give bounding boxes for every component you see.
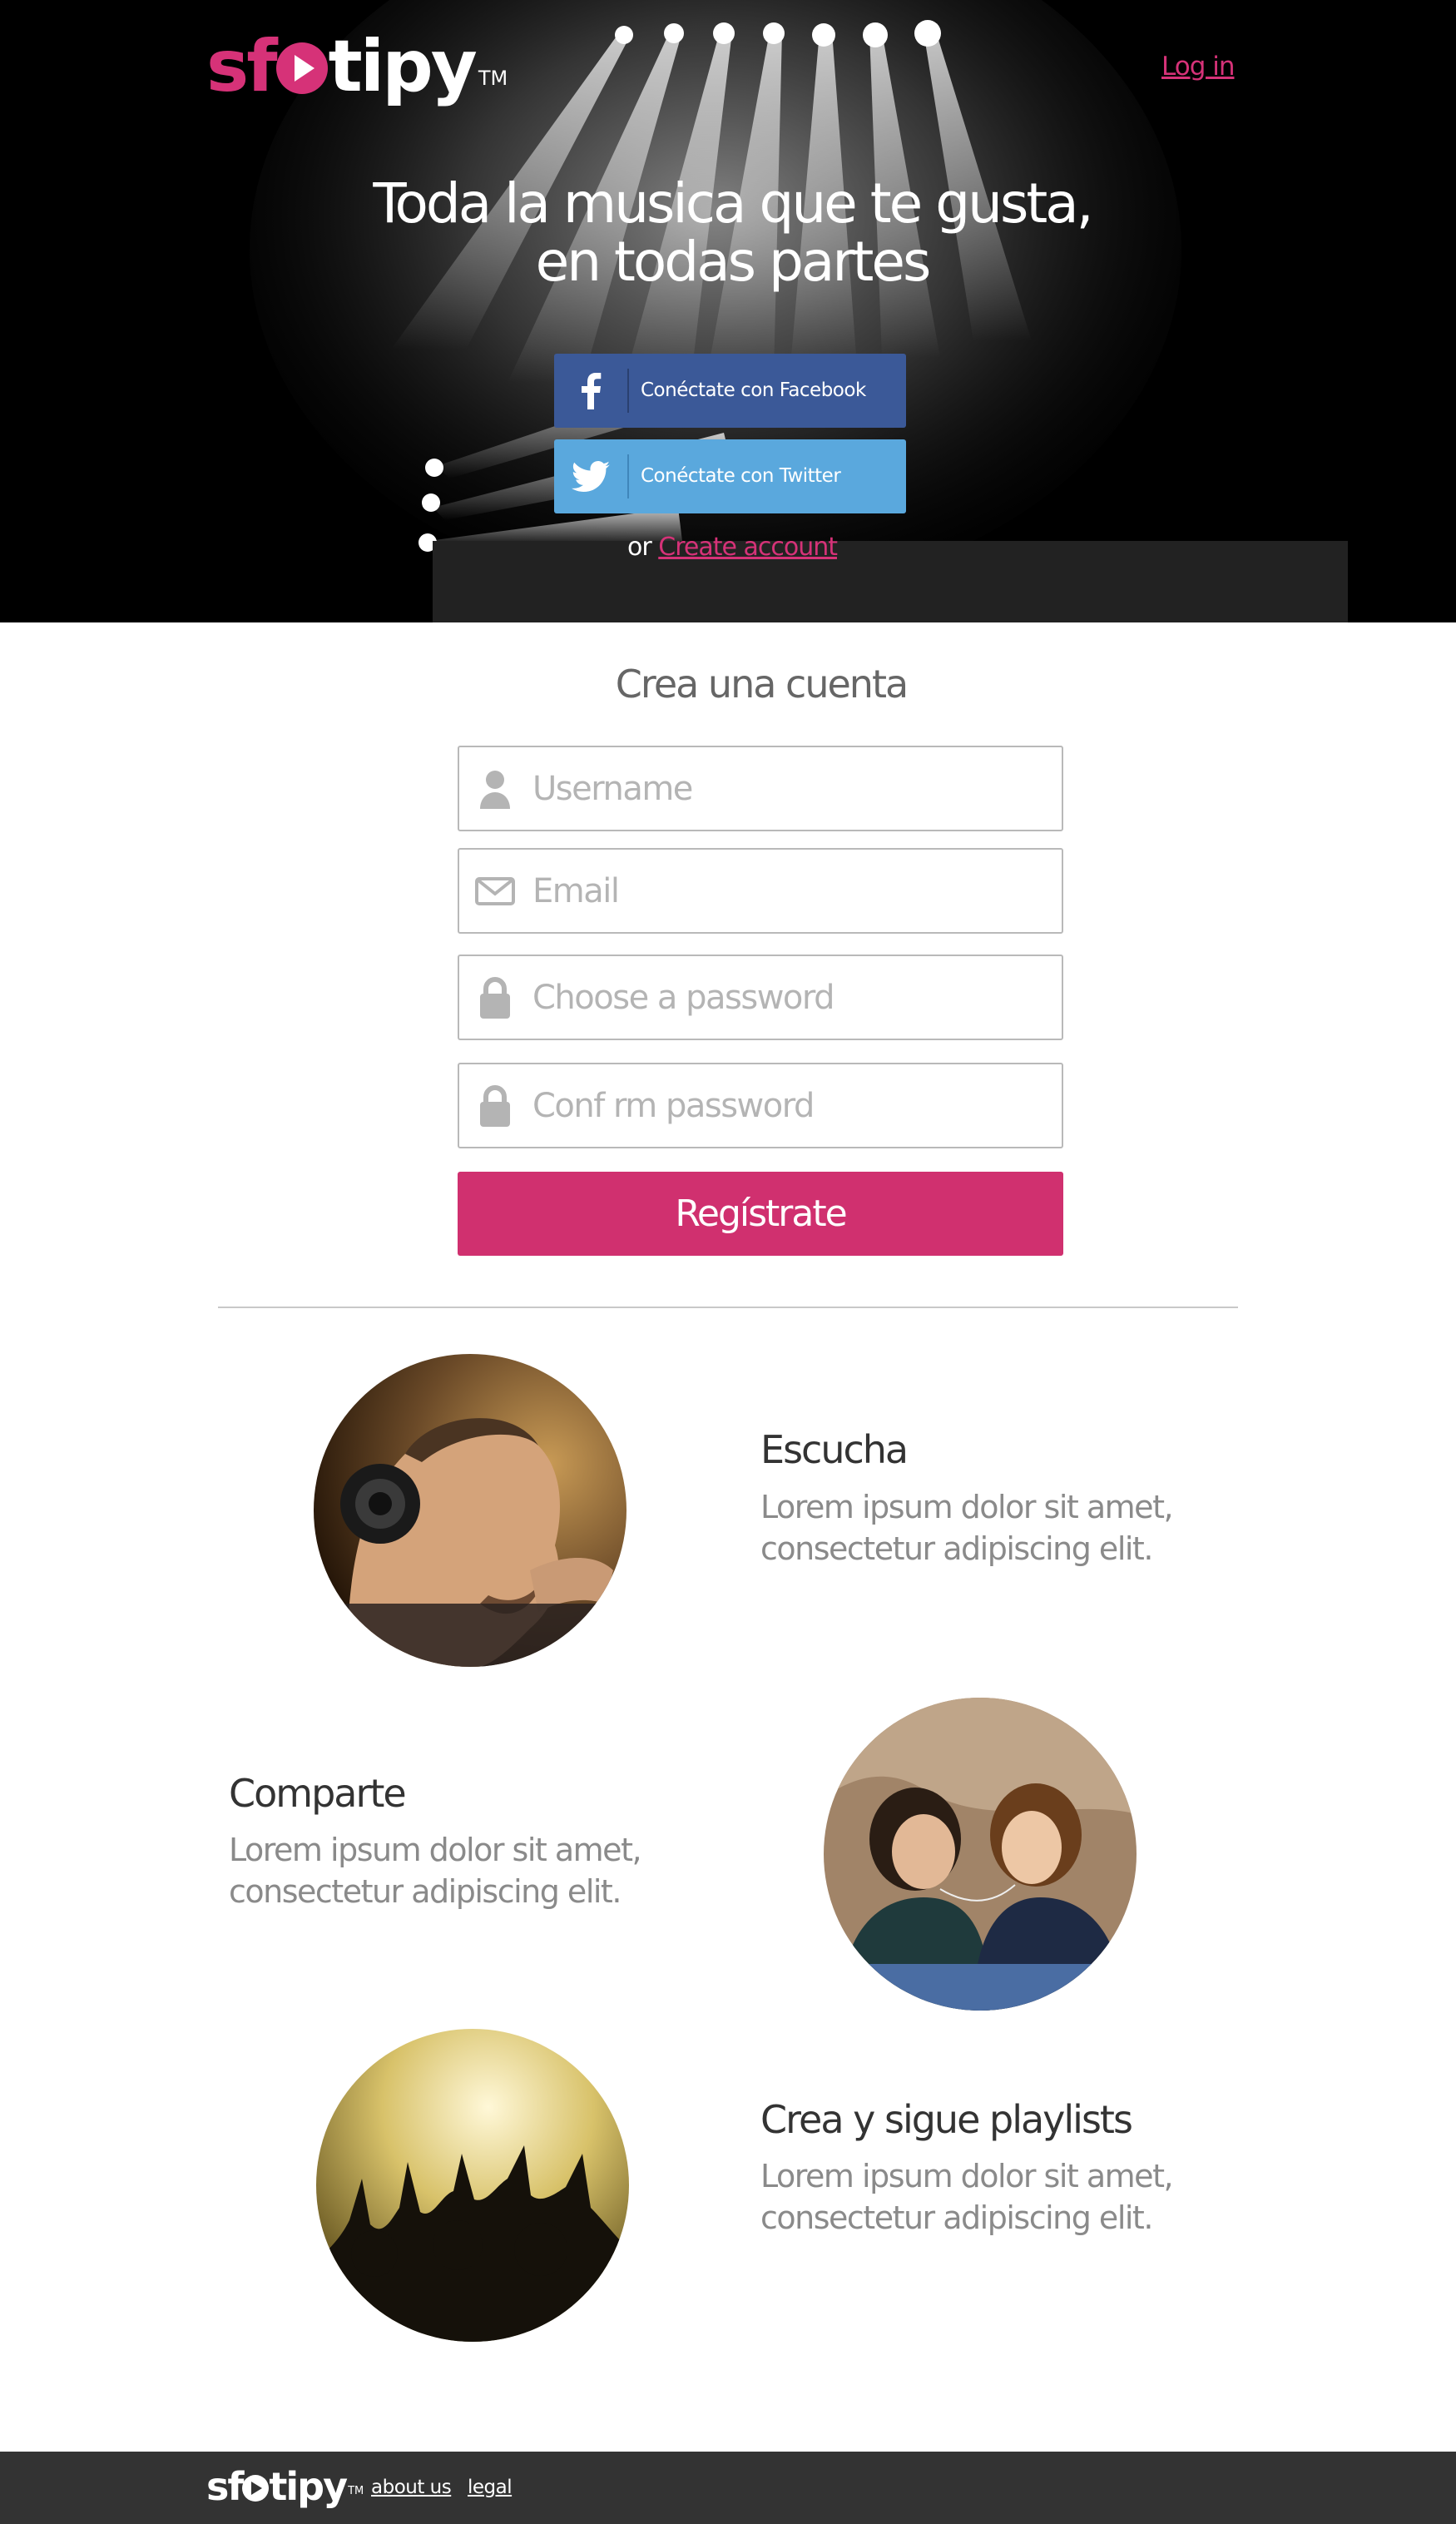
email-input[interactable] xyxy=(532,861,1048,921)
friends-sharing-music-photo xyxy=(824,1698,1137,2011)
login-link[interactable]: Log in xyxy=(1161,52,1235,82)
footer-logo[interactable]: sf tipy TM xyxy=(206,2463,364,2510)
play-icon xyxy=(242,2475,270,2502)
password-input[interactable] xyxy=(532,968,1048,1028)
sfotipy-logo[interactable]: sf tipy TM xyxy=(206,25,508,108)
user-icon xyxy=(474,767,516,811)
headline-line-2: en todas partes xyxy=(535,230,932,294)
feature-description-escucha: Lorem ipsum dolor sit amet, consectetur … xyxy=(760,1486,1226,1569)
headline-line-1: Toda la musica que te gusta, xyxy=(373,171,1093,236)
or-text: or xyxy=(627,533,652,562)
create-account-link[interactable]: Create account xyxy=(658,533,838,562)
feature-text-line: consectetur adipiscing elit. xyxy=(760,2199,1153,2236)
lock-icon xyxy=(474,976,516,1019)
feature-text-line: Lorem ipsum dolor sit amet, xyxy=(229,1832,642,1868)
lock-icon xyxy=(474,1084,516,1128)
username-field[interactable] xyxy=(458,746,1063,831)
man-with-headphones-photo xyxy=(314,1354,626,1667)
feature-text-line: consectetur adipiscing elit. xyxy=(760,1530,1153,1567)
about-us-link[interactable]: about us xyxy=(371,2477,452,2498)
feature-text-line: Lorem ipsum dolor sit amet, xyxy=(760,1489,1174,1525)
feature-title-playlists: Crea y sigue playlists xyxy=(760,2097,1133,2142)
twitter-connect-button[interactable]: Conéctate con Twitter xyxy=(554,439,906,513)
confirm-password-field[interactable] xyxy=(458,1063,1063,1148)
facebook-button-label: Conéctate con Facebook xyxy=(641,379,866,401)
feature-description-comparte: Lorem ipsum dolor sit amet, consectetur … xyxy=(229,1829,695,1912)
twitter-button-label: Conéctate con Twitter xyxy=(641,465,841,487)
play-icon xyxy=(275,42,328,94)
register-button[interactable]: Regístrate xyxy=(458,1172,1063,1256)
create-account-line: or Create account xyxy=(549,533,915,562)
legal-link[interactable]: legal xyxy=(468,2477,513,2498)
envelope-icon xyxy=(474,870,516,913)
feature-text-line: Lorem ipsum dolor sit amet, xyxy=(760,2158,1174,2194)
signup-title: Crea una cuenta xyxy=(615,662,909,707)
username-input[interactable] xyxy=(532,759,1048,819)
concert-crowd-photo xyxy=(316,2029,629,2342)
button-divider xyxy=(627,454,629,498)
password-field[interactable] xyxy=(458,955,1063,1040)
hero-section: sf tipy TM Log in Toda la musica que te gu… xyxy=(0,0,1456,622)
hero-headline: Toda la musica que te gusta, en todas pa… xyxy=(316,175,1148,291)
section-divider xyxy=(218,1307,1238,1308)
feature-description-playlists: Lorem ipsum dolor sit amet, consectetur … xyxy=(760,2155,1226,2239)
twitter-icon xyxy=(554,439,627,513)
feature-title-comparte: Comparte xyxy=(229,1771,407,1816)
feature-title-escucha: Escucha xyxy=(760,1427,909,1472)
button-divider xyxy=(627,369,629,413)
feature-text-line: consectetur adipiscing elit. xyxy=(229,1873,622,1910)
facebook-connect-button[interactable]: Conéctate con Facebook xyxy=(554,354,906,428)
confirm-password-input[interactable] xyxy=(532,1076,1048,1136)
footer: sf tipy TM about us legal xyxy=(0,2452,1456,2524)
facebook-icon xyxy=(554,354,627,428)
email-field[interactable] xyxy=(458,848,1063,934)
